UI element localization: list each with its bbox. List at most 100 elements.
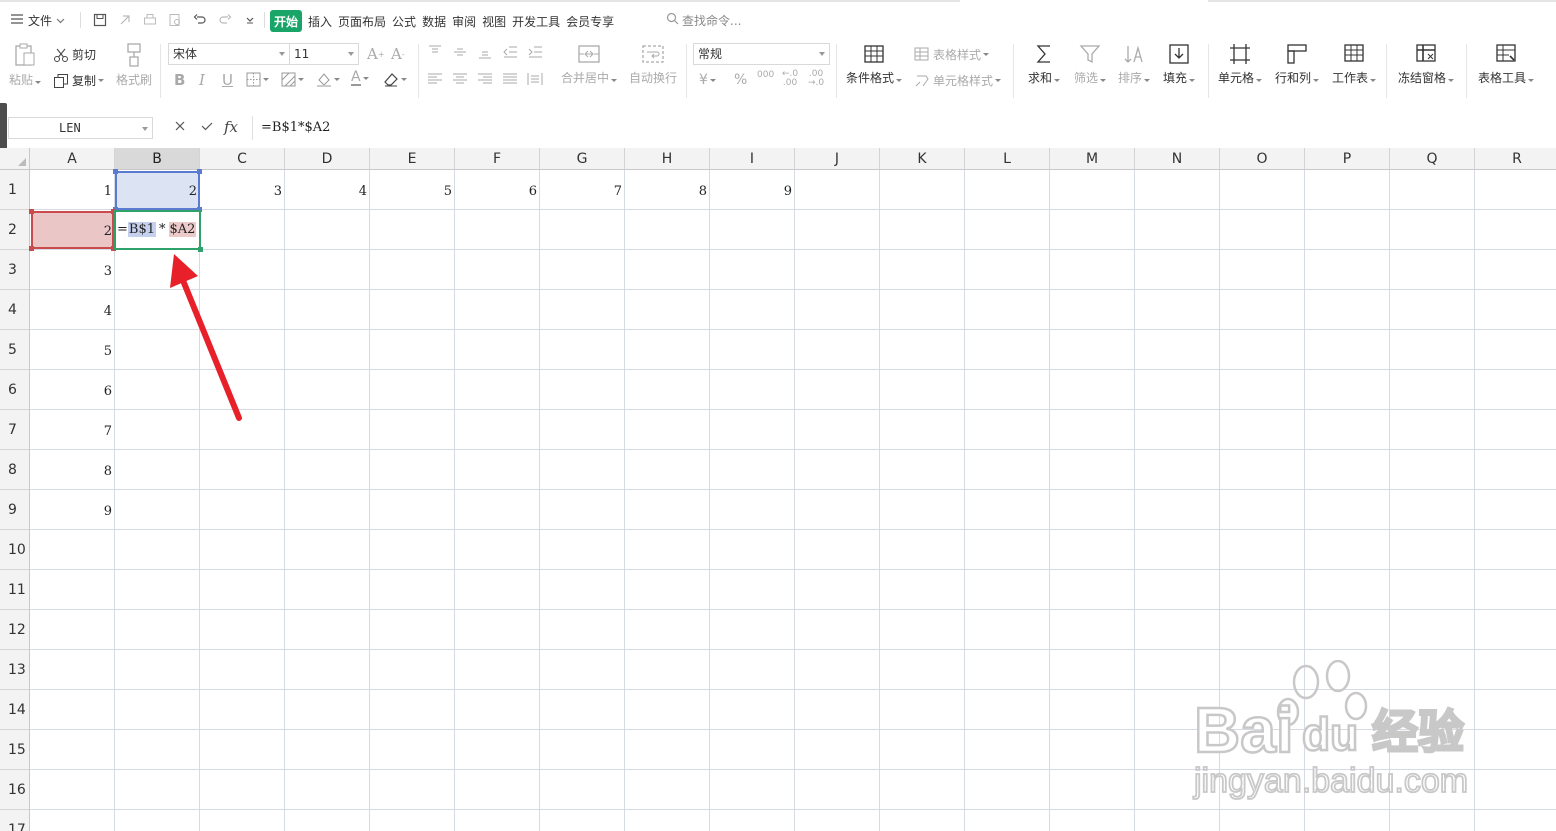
cell-a9[interactable]: 9 [30,504,115,519]
tab-5[interactable]: 审阅 [452,10,476,32]
cell-e1[interactable]: 5 [370,184,455,199]
cell-a4[interactable]: 4 [30,304,115,319]
print-icon[interactable] [140,9,160,31]
cancel-icon[interactable] [173,119,187,136]
tab-1[interactable]: 插入 [308,10,332,32]
cell-a2[interactable]: 2 [30,224,115,239]
cell-c1[interactable]: 3 [200,184,285,199]
bold-icon[interactable]: B [174,71,185,89]
row-header-10[interactable]: 10 [0,530,30,570]
decrease-font-icon[interactable]: A- [391,45,405,63]
row-header-11[interactable]: 11 [0,570,30,610]
undo-icon[interactable] [190,9,210,31]
fx-icon[interactable]: fx [224,118,238,136]
print-preview-icon[interactable] [165,9,185,31]
align-middle-icon[interactable] [452,45,468,59]
font-size-select[interactable]: 11 [289,43,359,65]
column-header-r[interactable]: R [1475,148,1556,170]
row-header-7[interactable]: 7 [0,410,30,450]
column-header-o[interactable]: O [1220,148,1305,170]
font-name-select[interactable]: 宋体 [168,43,290,65]
redo-icon[interactable] [215,9,235,31]
row-header-13[interactable]: 13 [0,650,30,690]
column-header-q[interactable]: Q [1390,148,1475,170]
cell-d1[interactable]: 4 [285,184,370,199]
align-top-icon[interactable] [427,45,443,59]
cell-g1[interactable]: 7 [540,184,625,199]
column-header-k[interactable]: K [880,148,965,170]
border-icon[interactable] [246,72,269,87]
wrap-text-button[interactable]: 自动换行 [628,42,678,86]
column-header-m[interactable]: M [1050,148,1135,170]
select-all-corner[interactable] [0,148,30,170]
row-header-5[interactable]: 5 [0,330,30,370]
column-header-f[interactable]: F [455,148,540,170]
thousands-icon[interactable]: 000 [757,70,774,80]
tab-3[interactable]: 公式 [392,10,416,32]
table-style-button[interactable]: 表格样式 [914,46,990,63]
underline-icon[interactable]: U [222,71,233,89]
column-header-d[interactable]: D [285,148,370,170]
row-header-16[interactable]: 16 [0,770,30,810]
column-header-e[interactable]: E [370,148,455,170]
sort-button[interactable]: 排序 [1115,42,1153,86]
align-center-icon[interactable] [452,72,468,86]
tab-8[interactable]: 会员专享 [566,10,614,32]
format-painter-button[interactable]: 格式刷 [115,42,153,88]
row-header-12[interactable]: 12 [0,610,30,650]
column-header-n[interactable]: N [1135,148,1220,170]
cell-f1[interactable]: 6 [455,184,540,199]
row-header-4[interactable]: 4 [0,290,30,330]
column-header-g[interactable]: G [540,148,625,170]
row-header-6[interactable]: 6 [0,370,30,410]
italic-icon[interactable]: I [199,71,205,89]
align-left-icon[interactable] [427,72,443,86]
merge-center-button[interactable]: 合并居中 [560,42,618,86]
cell-a5[interactable]: 5 [30,344,115,359]
cell-i1[interactable]: 9 [710,184,795,199]
formula-input[interactable]: =B$1*$A2 [252,116,1556,140]
number-format-select[interactable]: 常规 [693,43,830,65]
clear-format-icon[interactable] [383,72,407,87]
table-tools-button[interactable]: 表格工具 [1476,42,1536,86]
conditional-format-button[interactable]: 条件格式 [845,42,903,86]
worksheet-button[interactable]: 工作表 [1330,42,1378,86]
save-icon[interactable] [90,9,110,31]
row-col-button[interactable]: 行和列 [1273,42,1321,86]
cell-a7[interactable]: 7 [30,424,115,439]
row-header-2[interactable]: 2 [0,210,30,250]
row-header-9[interactable]: 9 [0,490,30,530]
file-menu[interactable]: 文件 [10,9,65,31]
share-icon[interactable] [115,9,135,31]
increase-decimal-icon[interactable]: ←.0.00 [782,70,798,88]
column-header-c[interactable]: C [200,148,285,170]
column-header-l[interactable]: L [965,148,1050,170]
copy-button[interactable]: 复制 [53,72,105,89]
column-header-h[interactable]: H [625,148,710,170]
fill-pattern-icon[interactable] [281,72,304,87]
quick-access-dropdown-icon[interactable] [240,9,260,31]
filter-button[interactable]: 筛选 [1071,42,1109,86]
cell-a6[interactable]: 6 [30,384,115,399]
row-header-1[interactable]: 1 [0,170,30,210]
cut-button[interactable]: 剪切 [53,46,96,63]
paste-button[interactable]: 粘贴 [8,42,42,88]
fill-color-icon[interactable] [316,72,340,87]
column-header-j[interactable]: J [795,148,880,170]
decrease-indent-icon[interactable] [502,45,518,59]
cell-a3[interactable]: 3 [30,264,115,279]
tab-4[interactable]: 数据 [422,10,446,32]
command-search[interactable]: 查找命令... [666,9,741,31]
percent-icon[interactable]: % [734,72,747,88]
row-header-14[interactable]: 14 [0,690,30,730]
cell-style-button[interactable]: 单元格样式 [914,72,1002,89]
cell-a1[interactable]: 1 [30,184,115,199]
tab-2[interactable]: 页面布局 [338,10,386,32]
increase-indent-icon[interactable] [527,45,543,59]
fill-button[interactable]: 填充 [1160,42,1198,86]
row-header-3[interactable]: 3 [0,250,30,290]
currency-icon[interactable]: ¥ [699,72,716,88]
align-right-icon[interactable] [477,72,493,86]
freeze-panes-button[interactable]: 冻结窗格 [1396,42,1456,86]
distributed-icon[interactable] [527,72,543,86]
